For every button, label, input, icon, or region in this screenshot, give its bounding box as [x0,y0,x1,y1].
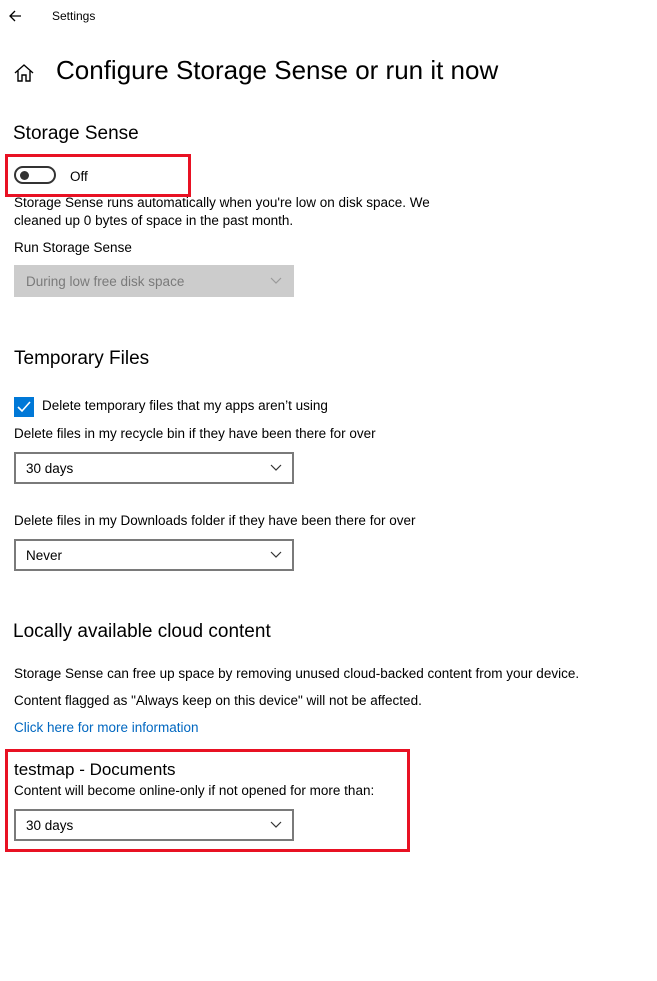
recycle-bin-label: Delete files in my recycle bin if they h… [14,426,376,441]
storage-sense-description-line1: Storage Sense runs automatically when yo… [14,195,430,210]
home-icon [14,64,34,82]
chevron-down-icon [270,821,282,828]
downloads-dropdown[interactable]: Never [14,539,294,571]
cloud-content-line2: Content flagged as "Always keep on this … [14,693,422,708]
chevron-down-icon [270,551,282,558]
cloud-content-line1: Storage Sense can free up space by remov… [14,666,580,681]
storage-sense-heading: Storage Sense [13,123,139,144]
back-arrow-icon [9,10,21,22]
recycle-bin-dropdown[interactable]: 30 days [14,452,294,484]
chevron-down-icon [270,277,282,284]
folder-title: testmap - Documents [14,760,176,779]
checkmark-icon [17,401,31,413]
run-storage-sense-dropdown: During low free disk space [14,265,294,297]
storage-sense-toggle[interactable] [14,166,56,184]
toggle-state-label: Off [70,169,88,184]
window-title: Settings [52,9,96,23]
recycle-bin-value: 30 days [26,461,74,476]
cloud-content-heading: Locally available cloud content [13,621,271,642]
folder-online-only-dropdown[interactable]: 30 days [14,809,294,841]
storage-sense-description-line2: cleaned up 0 bytes of space in the past … [14,213,294,228]
downloads-label: Delete files in my Downloads folder if t… [14,513,416,528]
downloads-value: Never [26,548,63,563]
chevron-down-icon [270,464,282,471]
home-button[interactable] [12,61,36,85]
run-storage-sense-label: Run Storage Sense [14,240,132,255]
toggle-knob [20,171,29,180]
delete-temp-files-checkbox[interactable] [14,397,34,417]
page-title: Configure Storage Sense or run it now [56,55,499,85]
delete-temp-files-label: Delete temporary files that my apps aren… [42,398,328,413]
temporary-files-heading: Temporary Files [14,348,150,369]
folder-online-only-value: 30 days [26,818,74,833]
folder-online-only-label: Content will become online-only if not o… [14,783,375,798]
back-button[interactable] [6,6,26,26]
run-storage-sense-value: During low free disk space [26,274,185,289]
more-information-link[interactable]: Click here for more information [14,720,199,735]
